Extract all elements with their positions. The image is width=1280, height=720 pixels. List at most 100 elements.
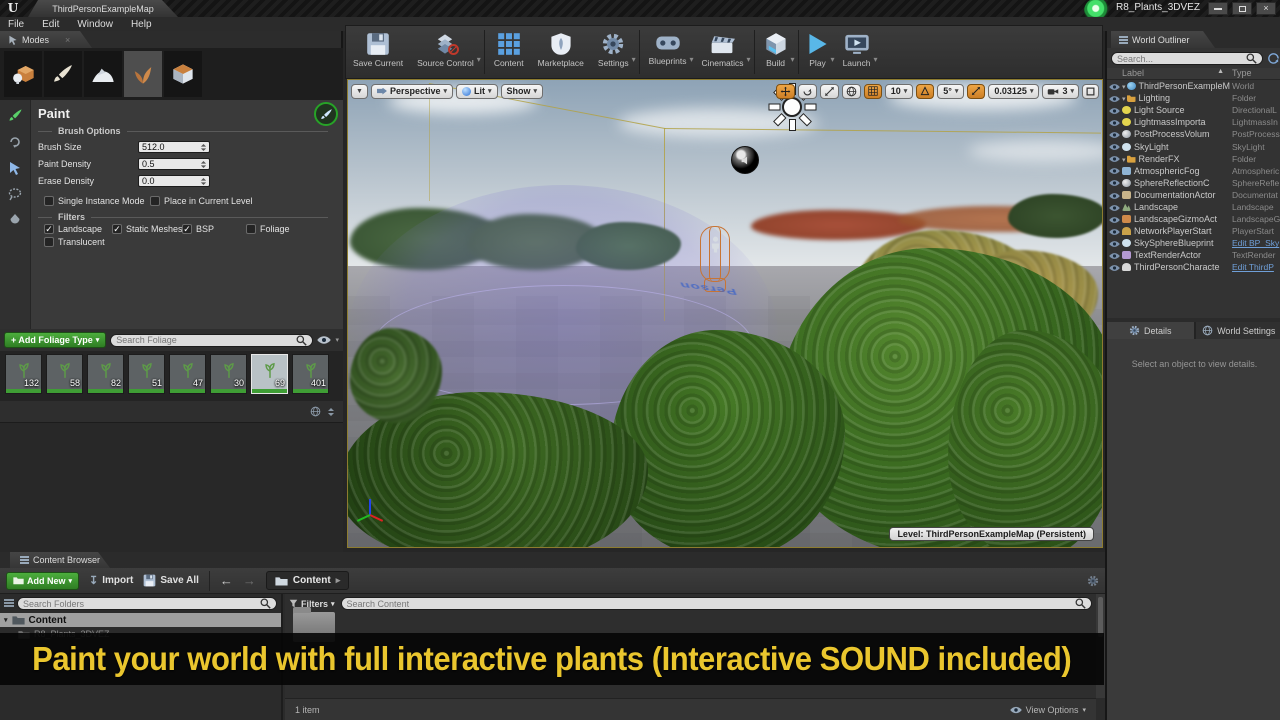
visibility-eye-icon[interactable] [1107,117,1122,127]
visibility-eye-icon[interactable] [1107,262,1122,272]
field-input[interactable]: 0.0 [138,175,210,187]
rotate-gizmo-button[interactable] [798,84,817,99]
caret-down-icon[interactable]: ▾ [632,55,636,64]
checkbox[interactable] [112,224,122,234]
visibility-eye-icon[interactable] [1107,202,1122,212]
mode-place-button[interactable] [4,51,42,97]
modes-tab-close-icon[interactable]: × [65,35,70,45]
search-folders-input[interactable]: Search Folders [17,597,277,610]
mode-landscape-button[interactable] [84,51,122,97]
spinner-icon[interactable] [200,177,207,186]
outliner-row[interactable]: RenderFX Folder [1107,153,1280,165]
mode-geometry-button[interactable] [164,51,202,97]
foliage-type-tile[interactable]: 82 [87,354,124,394]
launch-button[interactable]: Launch [836,30,878,70]
lock-content-browser-icon[interactable] [1087,575,1099,587]
foliage-type-tile[interactable]: 47 [169,354,206,394]
menu-item[interactable]: Window [77,19,113,30]
translate-gizmo-button[interactable] [776,84,795,99]
outliner-row[interactable]: Landscape Landscape [1107,201,1280,213]
caret-down-icon[interactable]: ▾ [831,55,835,64]
show-button[interactable]: Show▾ [501,84,544,99]
visibility-eye-icon[interactable] [1107,81,1122,91]
content-view-options-button[interactable]: View Options ▾ [1010,705,1086,715]
add-foliage-type-button[interactable]: + Add Foliage Type▾ [4,332,106,348]
play-button[interactable]: Play [801,30,835,70]
outliner-row[interactable]: NetworkPlayerStart PlayerStart [1107,225,1280,237]
checkbox[interactable] [44,224,54,234]
content-button[interactable]: Content [487,30,531,70]
checkbox[interactable] [150,196,160,206]
details-tab[interactable]: Details [1107,322,1194,339]
sort-ascending-icon[interactable]: ▲ [1217,68,1224,79]
paint-tool-icon[interactable] [8,108,23,123]
visibility-eye-icon[interactable] [1107,250,1122,260]
expander-icon[interactable]: ▾ [4,616,8,624]
outliner-row[interactable]: SphereReflectionC SphereRefle [1107,177,1280,189]
save-current-button[interactable]: Save Current [346,30,410,70]
visibility-eye-icon[interactable] [1107,105,1122,115]
modes-tab[interactable]: Modes × [0,31,92,48]
add-new-button[interactable]: Add New ▾ [6,572,79,590]
outliner-row[interactable]: LandscapeGizmoAct LandscapeG [1107,213,1280,225]
lit-button[interactable]: Lit▾ [456,84,498,99]
save-all-button[interactable]: Save All [143,574,199,587]
settings-button[interactable]: Settings [591,30,636,70]
visibility-eye-icon[interactable] [1107,93,1122,103]
foliage-type-tile[interactable]: 69 [251,354,288,394]
menu-item[interactable]: Edit [42,19,59,30]
visibility-eye-icon[interactable] [1107,154,1122,164]
checkbox[interactable] [246,224,256,234]
grid-snap-toggle[interactable] [864,84,882,99]
world-coordinate-button[interactable] [842,84,861,99]
search-foliage-input[interactable]: Search Foliage [110,334,313,347]
label-column-header[interactable]: Label [1122,68,1217,79]
search-content-input[interactable]: Search Content [341,597,1092,610]
viewport-canvas[interactable]: Person ▼ Perspective▾ Lit▾ S [347,79,1103,548]
instance-info-icon[interactable] [310,406,321,417]
marketplace-button[interactable]: Marketplace [531,30,591,70]
maximize-viewport-button[interactable] [1082,84,1099,99]
scale-gizmo-button[interactable] [820,84,839,99]
visibility-eye-icon[interactable] [1107,129,1122,139]
outliner-row[interactable]: Lighting Folder [1107,92,1280,104]
visibility-eye-icon[interactable] [1107,166,1122,176]
outliner-row[interactable]: ThirdPersonExampleM World [1107,80,1280,92]
world-outliner-tab[interactable]: World Outliner [1111,31,1215,48]
visibility-eye-icon[interactable] [1107,178,1122,188]
type-column-header[interactable]: Type [1232,68,1280,79]
visibility-eye-icon[interactable] [1107,190,1122,200]
breadcrumb[interactable]: Content ▸ [266,571,349,590]
spinner-icon[interactable] [200,160,207,169]
caret-down-icon[interactable]: ▾ [791,55,795,64]
visibility-eye-icon[interactable] [1107,226,1122,236]
outliner-row[interactable]: TextRenderActor TextRender [1107,249,1280,261]
visibility-eye-icon[interactable] [1107,214,1122,224]
checkbox[interactable] [44,196,54,206]
caret-down-icon[interactable]: ▾ [747,55,751,64]
import-button[interactable]: ↧ Import [89,574,133,587]
angle-snap-toggle[interactable] [916,84,934,99]
content-browser-tab[interactable]: Content Browser [10,552,110,568]
cinematics-button[interactable]: Cinematics [694,30,750,70]
scale-snap-value[interactable]: 0.03125▾ [988,84,1039,99]
audio-speaker-gizmo[interactable] [731,146,759,174]
grid-snap-value[interactable]: 10▾ [885,84,914,99]
map-tab[interactable]: ThirdPersonExampleMap [28,0,178,17]
outliner-row[interactable]: DocumentationActor Documentat [1107,189,1280,201]
folder-tree-item-content[interactable]: ▾ Content [0,613,281,627]
maximize-button[interactable] [1232,2,1252,15]
outliner-row[interactable]: PostProcessVolum PostProcess [1107,128,1280,140]
outliner-row[interactable]: LightmassImporta LightmassIn [1107,116,1280,128]
checkbox[interactable] [182,224,192,234]
perspective-button[interactable]: Perspective▾ [371,84,453,99]
foliage-type-tile[interactable]: 30 [210,354,247,394]
back-arrow-button[interactable]: ← [220,573,233,588]
outliner-row[interactable]: ThirdPersonCharacte Edit ThirdP [1107,261,1280,273]
foliage-type-tile[interactable]: 132 [5,354,42,394]
visibility-eye-icon[interactable] [1107,142,1122,152]
menu-item[interactable]: File [8,19,24,30]
world-settings-tab[interactable]: World Settings [1196,322,1280,339]
scale-snap-toggle[interactable] [967,84,985,99]
caret-down-icon[interactable]: ▾ [335,336,339,344]
